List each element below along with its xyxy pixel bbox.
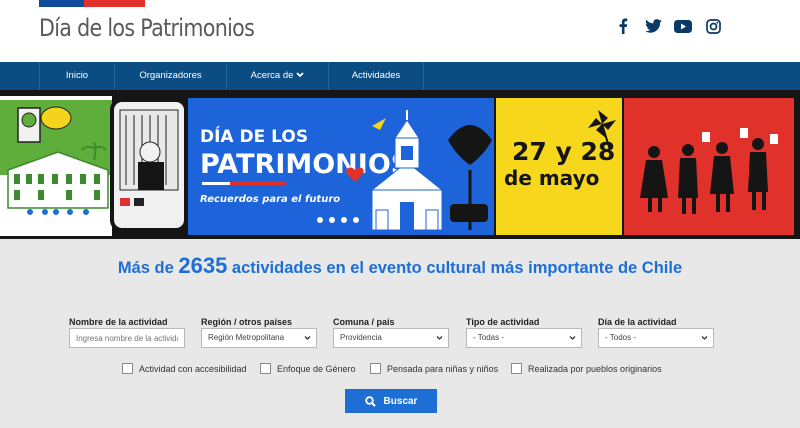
label-comuna: Comuna / país	[333, 317, 395, 327]
nav-item-organizadores[interactable]: Organizadores	[114, 62, 226, 90]
site-header: Día de los Patrimonios	[0, 0, 800, 62]
activity-name-input[interactable]	[69, 328, 185, 348]
comuna-select[interactable]: Providencia	[333, 328, 449, 348]
filter-checkboxes: Actividad con accesibilidad Enfoque de G…	[0, 361, 800, 377]
youtube-icon[interactable]	[674, 17, 692, 35]
facebook-icon[interactable]	[614, 17, 632, 35]
activity-day-select[interactable]: - Todos -	[598, 328, 714, 348]
banner-subtitle: Recuerdos para el futuro	[200, 194, 340, 205]
search-button[interactable]: Buscar	[345, 389, 437, 413]
chevron-down-icon	[304, 336, 311, 340]
chevron-down-icon	[436, 336, 443, 340]
search-section: Más de 2635 actividades en el evento cul…	[0, 239, 800, 428]
checkbox-ninos[interactable]: Pensada para niñas y niños	[370, 363, 498, 374]
banner-date-line1: 27 y 28	[512, 137, 615, 166]
region-select[interactable]: Región Metropolitana	[201, 328, 317, 348]
banner-title-line2: PATRIMONIOS	[200, 149, 410, 180]
label-tipo: Tipo de actividad	[466, 317, 540, 327]
banner-illustration: DÍA DE LOS PATRIMONIOS Recuerdos para el…	[0, 90, 800, 239]
checkbox-pueblos-originarios[interactable]: Realizada por pueblos originarios	[511, 363, 662, 374]
nav-item-acerca-de[interactable]: Acerca de	[226, 62, 328, 90]
main-nav: Inicio Organizadores Acerca de Actividad…	[0, 62, 800, 90]
flag-bar	[39, 0, 145, 7]
chevron-down-icon	[701, 336, 708, 340]
site-logo[interactable]: Día de los Patrimonios	[39, 14, 255, 42]
twitter-icon[interactable]	[644, 17, 662, 35]
nav-item-actividades[interactable]: Actividades	[328, 62, 424, 90]
checkbox-box[interactable]	[122, 363, 133, 374]
activity-type-select[interactable]: - Todas -	[466, 328, 582, 348]
instagram-icon[interactable]	[704, 17, 722, 35]
checkbox-accesibilidad[interactable]: Actividad con accesibilidad	[122, 363, 247, 374]
checkbox-box[interactable]	[370, 363, 381, 374]
nav-item-inicio[interactable]: Inicio	[39, 62, 114, 90]
checkbox-box[interactable]	[260, 363, 271, 374]
activities-headline: Más de 2635 actividades en el evento cul…	[117, 253, 683, 278]
hero-banner: DÍA DE LOS PATRIMONIOS Recuerdos para el…	[0, 90, 800, 239]
banner-title-line1: DÍA DE LOS	[200, 125, 308, 147]
banner-date-line2: de mayo	[504, 166, 599, 190]
label-dia: Día de la actividad	[598, 317, 677, 327]
chevron-down-icon	[569, 336, 576, 340]
search-icon	[364, 395, 376, 407]
chevron-down-icon	[296, 72, 305, 78]
checkbox-genero[interactable]: Enfoque de Género	[260, 363, 356, 374]
label-region: Región / otros países	[201, 317, 293, 327]
activity-count: 2635	[178, 253, 228, 278]
social-links	[614, 17, 722, 35]
checkbox-box[interactable]	[511, 363, 522, 374]
label-nombre: Nombre de la actividad	[69, 317, 168, 327]
